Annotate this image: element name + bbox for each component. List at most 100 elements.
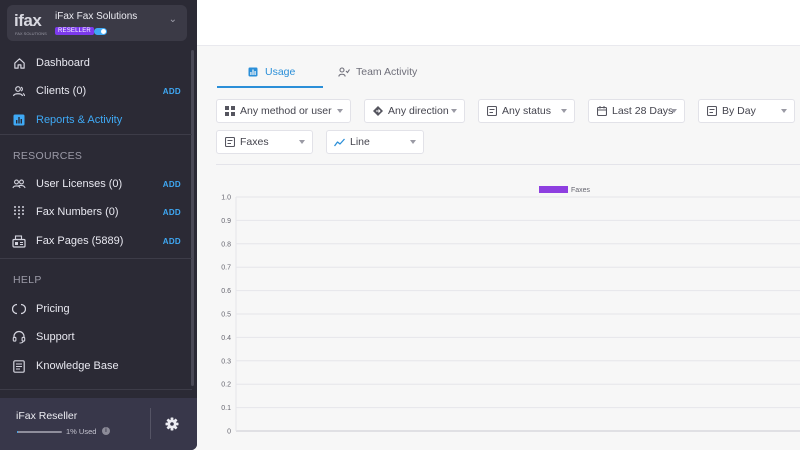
chevron-down-icon (561, 109, 567, 113)
y-tick-label: 0.7 (221, 265, 231, 272)
add-fax-number-button[interactable]: ADD (163, 208, 181, 217)
tab-usage[interactable]: Usage (247, 62, 295, 82)
sidebar-item-label: Knowledge Base (36, 360, 119, 372)
line-chart-icon (334, 137, 345, 148)
home-icon (12, 56, 26, 70)
sidebar-item-label: Fax Pages (5889) (36, 235, 124, 247)
sidebar-item-dashboard[interactable]: Dashboard (0, 51, 190, 75)
gear-icon[interactable] (164, 416, 180, 432)
chevron-down-icon (451, 109, 457, 113)
filter-value: Last 28 Days (612, 105, 674, 117)
divider (0, 134, 192, 135)
y-tick-label: 0.4 (221, 335, 231, 342)
sidebar-item-support[interactable]: Support (0, 325, 190, 349)
sidebar-item-user-licenses[interactable]: User Licenses (0) ADD (0, 172, 190, 196)
sidebar-item-label: Support (36, 331, 75, 343)
users-icon (12, 177, 26, 191)
info-icon[interactable]: i (102, 427, 110, 435)
sidebar-item-label: Pricing (36, 303, 70, 315)
sidebar-item-label: Dashboard (36, 57, 90, 69)
filter-divider (216, 164, 800, 165)
chevron-down-icon (410, 140, 416, 144)
sidebar-scrollbar[interactable] (191, 50, 194, 386)
chevron-down-icon[interactable]: ⌄ (169, 14, 177, 25)
reports-icon (12, 113, 26, 127)
keypad-icon (12, 205, 26, 219)
method-user-filter[interactable]: Any method or user (216, 99, 351, 123)
footer-divider (150, 408, 151, 439)
chevron-down-icon (299, 140, 305, 144)
pricing-icon (12, 302, 26, 316)
y-tick-label: 0.2 (221, 382, 231, 389)
legend-swatch (539, 186, 568, 193)
grid-icon (224, 106, 235, 117)
clients-icon (12, 84, 26, 98)
account-footer: iFax Reseller 1% Used i (0, 398, 197, 450)
group-by-filter[interactable]: By Day (698, 99, 795, 123)
legend-label: Faxes (571, 187, 591, 194)
type-filter[interactable]: Faxes (216, 130, 313, 154)
direction-icon (372, 106, 383, 117)
active-tab-indicator (217, 86, 323, 88)
top-bar (197, 0, 800, 46)
y-tick-label: 0 (227, 429, 231, 436)
y-tick-label: 0.3 (221, 358, 231, 365)
tab-team-activity[interactable]: Team Activity (338, 62, 417, 82)
y-tick-label: 0.1 (221, 405, 231, 412)
divider (0, 258, 192, 259)
filter-value: Faxes (240, 136, 269, 148)
chart-type-filter[interactable]: Line (326, 130, 424, 154)
status-filter[interactable]: Any status (478, 99, 575, 123)
sidebar-item-fax-numbers[interactable]: Fax Numbers (0) ADD (0, 200, 190, 224)
tab-label: Team Activity (356, 66, 418, 78)
list-icon (224, 137, 235, 148)
sidebar-item-fax-pages[interactable]: Fax Pages (5889) ADD (0, 229, 190, 253)
account-name: iFax Reseller (16, 410, 78, 422)
chevron-down-icon (781, 109, 787, 113)
sidebar-item-reports[interactable]: Reports & Activity (0, 108, 190, 132)
sidebar-item-clients[interactable]: Clients (0) ADD (0, 79, 190, 103)
filter-value: Any direction (388, 105, 449, 117)
date-range-filter[interactable]: Last 28 Days (588, 99, 685, 123)
usage-bar (17, 431, 62, 433)
calendar-icon (596, 106, 607, 117)
y-tick-label: 0.8 (221, 241, 231, 248)
sidebar: ifax FAX SOLUTIONS iFax Fax Solutions RE… (0, 0, 197, 450)
document-icon (12, 359, 26, 373)
org-switcher[interactable]: ifax FAX SOLUTIONS iFax Fax Solutions RE… (7, 5, 187, 41)
headset-icon (12, 330, 26, 344)
tab-label: Usage (265, 66, 296, 78)
reseller-toggle[interactable] (94, 28, 107, 35)
y-tick-label: 0.9 (221, 218, 231, 225)
filter-value: Any status (502, 105, 552, 117)
sidebar-item-pricing[interactable]: Pricing (0, 297, 190, 321)
list-icon (486, 106, 497, 117)
ifax-logo: ifax (14, 11, 42, 30)
sidebar-item-label: Reports & Activity (36, 114, 123, 126)
y-tick-label: 0.6 (221, 288, 231, 295)
fax-machine-icon (12, 234, 26, 248)
team-icon (338, 66, 350, 78)
add-fax-pages-button[interactable]: ADD (163, 237, 181, 246)
filter-value: Any method or user (240, 105, 332, 117)
sidebar-item-label: User Licenses (0) (36, 178, 123, 190)
reseller-badge: RESELLER (55, 27, 94, 35)
usage-chart: 1.0 0.9 0.8 0.7 0.6 0.5 0.4 0.3 0.2 0.1 0 Faxes (221, 186, 800, 436)
filter-value: By Day (722, 105, 756, 117)
list-icon (706, 106, 717, 117)
logo-subtitle: FAX SOLUTIONS (15, 31, 47, 36)
usage-text: 1% Used (66, 427, 97, 436)
sidebar-item-label: Fax Numbers (0) (36, 206, 119, 218)
chevron-down-icon (337, 109, 343, 113)
org-name: iFax Fax Solutions (55, 11, 138, 22)
divider (0, 389, 192, 390)
chevron-down-icon (671, 109, 677, 113)
y-tick-label: 1.0 (221, 195, 231, 202)
resources-heading: RESOURCES (13, 150, 83, 162)
add-client-button[interactable]: ADD (163, 87, 181, 96)
add-user-license-button[interactable]: ADD (163, 180, 181, 189)
direction-filter[interactable]: Any direction (364, 99, 465, 123)
chart-icon (247, 66, 259, 78)
sidebar-item-knowledge-base[interactable]: Knowledge Base (0, 354, 190, 378)
help-heading: HELP (13, 274, 42, 286)
